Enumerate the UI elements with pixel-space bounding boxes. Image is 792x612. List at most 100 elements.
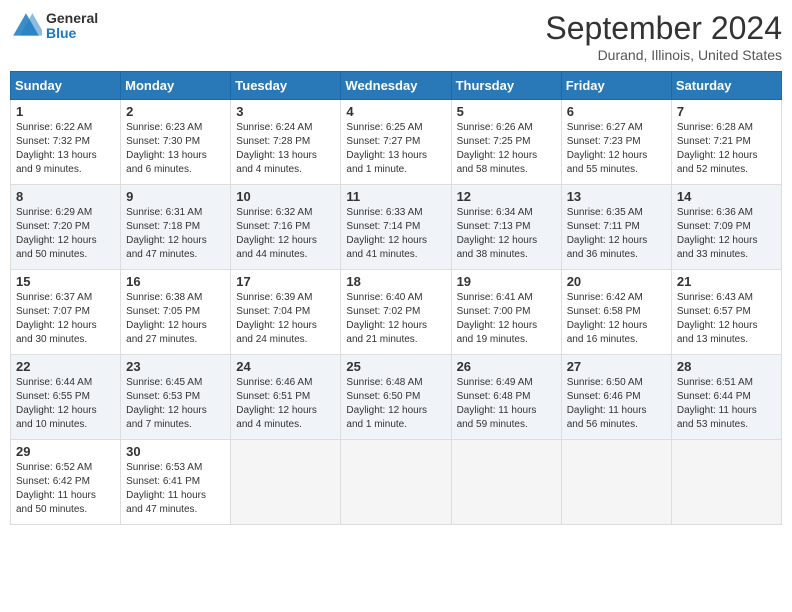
day-info: Sunrise: 6:46 AMSunset: 6:51 PMDaylight:… [236,376,335,432]
day-info: Sunrise: 6:32 AMSunset: 7:16 PMDaylight:… [236,206,335,262]
calendar-cell: 1Sunrise: 6:22 AMSunset: 7:32 PMDaylight… [11,100,121,185]
calendar-cell: 5 Sunrise: 6:26 AMSunset: 7:25 PMDaylight… [451,100,561,185]
week-row-3: 15Sunrise: 6:37 AMSunset: 7:07 PMDayligh… [11,270,782,355]
day-number: 27 [567,359,666,374]
day-number: 9 [126,189,225,204]
day-number: 12 [457,189,556,204]
calendar-cell: 13 Sunrise: 6:35 AMSunset: 7:11 PMDayligh… [561,185,671,270]
day-number: 14 [677,189,776,204]
calendar-cell: 22 Sunrise: 6:44 AMSunset: 6:55 PMDayligh… [11,355,121,440]
day-info: Sunrise: 6:31 AMSunset: 7:18 PMDaylight:… [126,206,225,262]
day-number: 28 [677,359,776,374]
day-number: 25 [346,359,445,374]
calendar-cell: 19Sunrise: 6:41 AMSunset: 7:00 PMDayligh… [451,270,561,355]
day-info: Sunrise: 6:39 AMSunset: 7:04 PMDaylight:… [236,291,335,347]
day-number: 17 [236,274,335,289]
logo-icon [10,10,42,42]
day-info: Sunrise: 6:38 AMSunset: 7:05 PMDaylight:… [126,291,225,347]
calendar-title: September 2024 [545,10,782,47]
day-number: 11 [346,189,445,204]
day-number: 15 [16,274,115,289]
day-info: Sunrise: 6:52 AMSunset: 6:42 PMDaylight:… [16,461,115,517]
day-info: Sunrise: 6:51 AMSunset: 6:44 PMDaylight:… [677,376,776,432]
day-info: Sunrise: 6:29 AMSunset: 7:20 PMDaylight:… [16,206,115,262]
day-number: 13 [567,189,666,204]
day-header-saturday: Saturday [671,72,781,100]
day-number: 26 [457,359,556,374]
calendar-cell [561,440,671,525]
day-info: Sunrise: 6:49 AMSunset: 6:48 PMDaylight:… [457,376,556,432]
calendar-cell: 15Sunrise: 6:37 AMSunset: 7:07 PMDayligh… [11,270,121,355]
calendar-cell: 12 Sunrise: 6:34 AMSunset: 7:13 PMDayligh… [451,185,561,270]
day-number: 18 [346,274,445,289]
calendar-cell: 21Sunrise: 6:43 AMSunset: 6:57 PMDayligh… [671,270,781,355]
day-info: Sunrise: 6:26 AMSunset: 7:25 PMDaylight:… [457,121,556,177]
day-number: 6 [567,104,666,119]
day-info: Sunrise: 6:23 AMSunset: 7:30 PMDaylight:… [126,121,225,177]
calendar-cell: 11 Sunrise: 6:33 AMSunset: 7:14 PMDayligh… [341,185,451,270]
title-area: September 2024 Durand, Illinois, United … [545,10,782,63]
day-number: 29 [16,444,115,459]
logo-text: General Blue [46,11,98,42]
calendar-table: SundayMondayTuesdayWednesdayThursdayFrid… [10,71,782,525]
calendar-cell [671,440,781,525]
day-header-tuesday: Tuesday [231,72,341,100]
calendar-cell: 4 Sunrise: 6:25 AMSunset: 7:27 PMDaylight… [341,100,451,185]
day-info: Sunrise: 6:28 AMSunset: 7:21 PMDaylight:… [677,121,776,177]
day-header-sunday: Sunday [11,72,121,100]
calendar-cell: 8 Sunrise: 6:29 AMSunset: 7:20 PMDaylight… [11,185,121,270]
day-number: 3 [236,104,335,119]
calendar-cell: 10Sunrise: 6:32 AMSunset: 7:16 PMDayligh… [231,185,341,270]
day-number: 4 [346,104,445,119]
day-info: Sunrise: 6:33 AMSunset: 7:14 PMDaylight:… [346,206,445,262]
calendar-cell: 18 Sunrise: 6:40 AMSunset: 7:02 PMDayligh… [341,270,451,355]
week-row-4: 22 Sunrise: 6:44 AMSunset: 6:55 PMDayligh… [11,355,782,440]
calendar-body: 1Sunrise: 6:22 AMSunset: 7:32 PMDaylight… [11,100,782,525]
week-row-5: 29 Sunrise: 6:52 AMSunset: 6:42 PMDayligh… [11,440,782,525]
day-number: 19 [457,274,556,289]
calendar-cell: 7 Sunrise: 6:28 AMSunset: 7:21 PMDaylight… [671,100,781,185]
day-number: 24 [236,359,335,374]
day-number: 7 [677,104,776,119]
day-info: Sunrise: 6:36 AMSunset: 7:09 PMDaylight:… [677,206,776,262]
day-info: Sunrise: 6:40 AMSunset: 7:02 PMDaylight:… [346,291,445,347]
day-info: Sunrise: 6:45 AMSunset: 6:53 PMDaylight:… [126,376,225,432]
logo-line1: General [46,11,98,26]
calendar-cell: 25 Sunrise: 6:48 AMSunset: 6:50 PMDayligh… [341,355,451,440]
calendar-cell: 2 Sunrise: 6:23 AMSunset: 7:30 PMDaylight… [121,100,231,185]
day-info: Sunrise: 6:35 AMSunset: 7:11 PMDaylight:… [567,206,666,262]
day-info: Sunrise: 6:25 AMSunset: 7:27 PMDaylight:… [346,121,445,177]
day-header-monday: Monday [121,72,231,100]
day-number: 22 [16,359,115,374]
day-header-row: SundayMondayTuesdayWednesdayThursdayFrid… [11,72,782,100]
week-row-1: 1Sunrise: 6:22 AMSunset: 7:32 PMDaylight… [11,100,782,185]
calendar-cell [341,440,451,525]
day-number: 8 [16,189,115,204]
calendar-cell: 3Sunrise: 6:24 AMSunset: 7:28 PMDaylight… [231,100,341,185]
calendar-cell: 16 Sunrise: 6:38 AMSunset: 7:05 PMDayligh… [121,270,231,355]
calendar-cell: 29 Sunrise: 6:52 AMSunset: 6:42 PMDayligh… [11,440,121,525]
day-info: Sunrise: 6:53 AMSunset: 6:41 PMDaylight:… [126,461,225,517]
day-header-friday: Friday [561,72,671,100]
day-number: 2 [126,104,225,119]
day-header-wednesday: Wednesday [341,72,451,100]
calendar-cell [451,440,561,525]
day-info: Sunrise: 6:42 AMSunset: 6:58 PMDaylight:… [567,291,666,347]
calendar-cell [231,440,341,525]
day-number: 20 [567,274,666,289]
calendar-cell: 17 Sunrise: 6:39 AMSunset: 7:04 PMDayligh… [231,270,341,355]
day-info: Sunrise: 6:50 AMSunset: 6:46 PMDaylight:… [567,376,666,432]
day-info: Sunrise: 6:34 AMSunset: 7:13 PMDaylight:… [457,206,556,262]
day-number: 30 [126,444,225,459]
day-number: 16 [126,274,225,289]
day-info: Sunrise: 6:44 AMSunset: 6:55 PMDaylight:… [16,376,115,432]
day-number: 21 [677,274,776,289]
calendar-cell: 24 Sunrise: 6:46 AMSunset: 6:51 PMDayligh… [231,355,341,440]
calendar-cell: 6 Sunrise: 6:27 AMSunset: 7:23 PMDaylight… [561,100,671,185]
day-number: 5 [457,104,556,119]
day-number: 1 [16,104,115,119]
day-info: Sunrise: 6:48 AMSunset: 6:50 PMDaylight:… [346,376,445,432]
logo: General Blue [10,10,98,42]
calendar-subtitle: Durand, Illinois, United States [545,47,782,63]
day-info: Sunrise: 6:27 AMSunset: 7:23 PMDaylight:… [567,121,666,177]
